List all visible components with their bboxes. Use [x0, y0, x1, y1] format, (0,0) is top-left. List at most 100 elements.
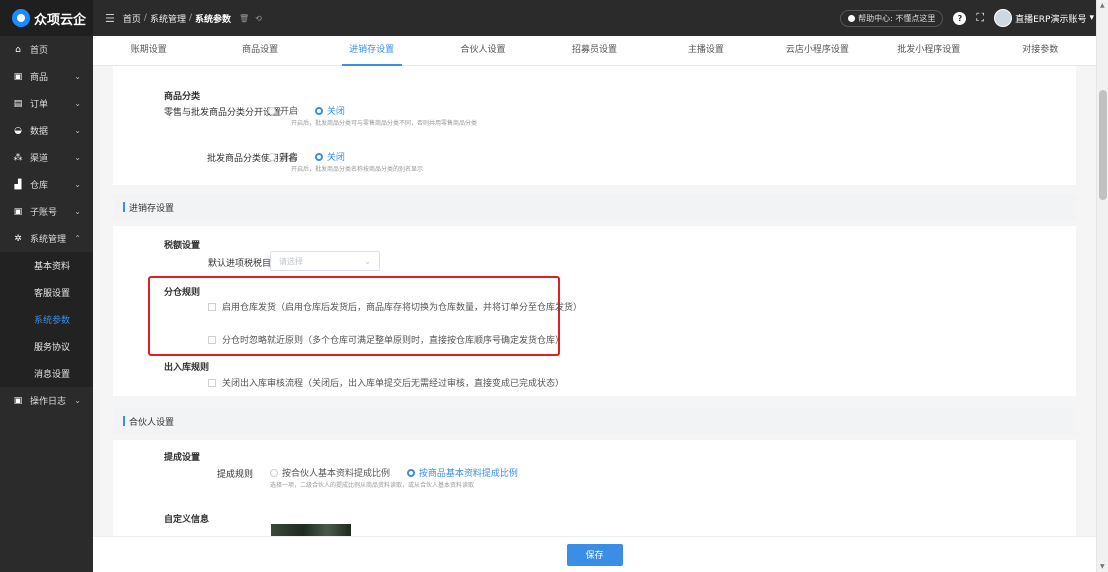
sidebar-subitem-2[interactable]: 系统参数 [0, 306, 93, 333]
scroll-up-icon[interactable]: ▲ [1100, 2, 1105, 9]
tab-3[interactable]: 合伙人设置 [427, 36, 538, 65]
trash-icon[interactable]: 🗑 [239, 14, 249, 23]
sidebar-item-label: 仓库 [30, 181, 49, 191]
footer-bar: 保存 [93, 536, 1096, 572]
topbar: ☰ 首页 / 系统管理 / 系统参数 🗑 ⟲ 帮助中心: 不懂点这里 ? ⛶ 直… [93, 0, 1108, 36]
menu-toggle-icon[interactable]: ☰ [105, 12, 115, 25]
topbar-actions: 帮助中心: 不懂点这里 ? ⛶ 直播ERP演示账号 ▾ [840, 0, 1094, 36]
custom-info-title: 自定义信息 [164, 515, 210, 525]
chevron-icon: ⌄ [74, 99, 81, 108]
log-icon: ▣ [13, 395, 23, 406]
commission-radio-group: 按合伙人基本资料提成比例 按商品基本资料提成比例 [270, 466, 532, 480]
section-marker [123, 202, 125, 212]
tab-1[interactable]: 商品设置 [204, 36, 315, 65]
user-name: 直播ERP演示账号 [1015, 14, 1087, 25]
fullscreen-icon[interactable]: ⛶ [976, 11, 984, 25]
split-warehouse-title: 分仓规则 [164, 288, 201, 298]
inventory-card: 税额设置 默认进项税税目 请选择 ⌄ 分仓规则 启用仓库发货（启用仓库后发货后，… [113, 226, 1076, 396]
help-icon [848, 14, 856, 22]
page-scrollbar[interactable]: ▲ ▼ [1096, 0, 1108, 572]
sidebar: 众项云企 ⌂ 首页 ▣ 商品 ⌄ ▤ 订单 ⌄ ◒ 数据 ⌄ ⁂ 渠道 ⌄ ▟ 仓库 ⌄ ▣ 子账号 ⌄ ✲ 系统管理 ⌃ … [0, 0, 93, 572]
chevron-icon: ⌄ [74, 180, 81, 189]
tab-4[interactable]: 招募员设置 [539, 36, 650, 65]
data-icon: ◒ [14, 125, 22, 136]
custom-info-image [271, 524, 351, 536]
tab-5[interactable]: 主播设置 [650, 36, 761, 65]
app-name: 众项云企 [34, 12, 87, 28]
logo-icon [12, 9, 30, 27]
subaccount-icon: ▣ [13, 206, 23, 217]
breadcrumb-system[interactable]: 系统管理 [150, 12, 186, 25]
partner-section-title: 合伙人设置 [129, 417, 175, 428]
sidebar-item-4[interactable]: ⁂ 渠道 ⌄ [0, 144, 93, 171]
radio-label: 按商品基本资料提成比例 [418, 469, 518, 479]
radio-icon [270, 468, 278, 477]
breadcrumb: 首页 / 系统管理 / 系统参数 [123, 12, 231, 25]
tab-0[interactable]: 账期设置 [93, 36, 204, 65]
sidebar-item-1[interactable]: ▣ 商品 ⌄ [0, 63, 93, 90]
sidebar-item-label: 操作日志 [30, 397, 67, 407]
channel-icon: ⁂ [13, 152, 23, 163]
split-category-radio-group: 开启 关闭 [268, 104, 359, 118]
category-alias-hint: 开启后，批发商品分类名称按商品分类的别名显示 [291, 166, 424, 173]
breadcrumb-home[interactable]: 首页 [123, 12, 141, 25]
warehouse-icon: ▟ [14, 179, 22, 190]
sidebar-item-7[interactable]: ✲ 系统管理 ⌃ [0, 225, 93, 252]
commission-radio-product[interactable]: 按商品基本资料提成比例 [406, 466, 518, 479]
scroll-down-icon[interactable]: ▼ [1100, 563, 1105, 570]
radio-label: 按合伙人基本资料提成比例 [282, 469, 391, 479]
tax-item-select[interactable]: 请选择 ⌄ [270, 251, 380, 271]
caret-down-icon: ▾ [1089, 13, 1094, 23]
category-alias-radio-on[interactable]: 开启 [268, 150, 298, 163]
sidebar-nav: ⌂ 首页 ▣ 商品 ⌄ ▤ 订单 ⌄ ◒ 数据 ⌄ ⁂ 渠道 ⌄ ▟ 仓库 ⌄ ▣ 子账号 ⌄ ✲ 系统管理 ⌃ [0, 36, 93, 252]
sidebar-subitem-4[interactable]: 消息设置 [0, 360, 93, 387]
ignore-nearest-checkbox[interactable]: 分仓时忽略就近原则（多个仓库可满足整单原则时，直接按仓库顺序号确定发货仓库） [208, 333, 564, 346]
sidebar-subitem-1[interactable]: 客服设置 [0, 279, 93, 306]
sidebar-item-0[interactable]: ⌂ 首页 [0, 36, 93, 63]
save-button[interactable]: 保存 [566, 543, 623, 566]
split-category-radio-on[interactable]: 开启 [268, 104, 298, 117]
radio-selected-icon [406, 468, 415, 477]
sidebar-subitem-0[interactable]: 基本资料 [0, 252, 93, 279]
commission-radio-partner[interactable]: 按合伙人基本资料提成比例 [270, 466, 390, 479]
avatar [994, 9, 1013, 27]
card-top-edge [113, 66, 1076, 75]
scrollbar-thumb[interactable] [1099, 90, 1107, 200]
sidebar-item-label: 子账号 [30, 208, 58, 218]
tab-2[interactable]: 进销存设置 [316, 36, 427, 66]
sidebar-subitem-3[interactable]: 服务协议 [0, 333, 93, 360]
sidebar-item-3[interactable]: ◒ 数据 ⌄ [0, 117, 93, 144]
radio-icon [268, 106, 276, 115]
radio-label: 关闭 [326, 153, 345, 163]
app-logo[interactable]: 众项云企 [0, 0, 93, 36]
user-menu[interactable]: 直播ERP演示账号 ▾ [994, 9, 1094, 27]
help-center-button[interactable]: 帮助中心: 不懂点这里 [840, 9, 944, 27]
gear-icon: ✲ [14, 233, 22, 244]
sidebar-item-label: 首页 [30, 46, 49, 56]
partner-section-header: 合伙人设置 [113, 408, 1076, 434]
tab-8[interactable]: 对接参数 [985, 36, 1096, 65]
product-category-title: 商品分类 [164, 92, 201, 102]
split-category-radio-off[interactable]: 关闭 [314, 104, 345, 117]
checkbox-label: 关闭出入库审核流程（关闭后，出入库单提交后无需经过审核，直接变成已完成状态） [222, 379, 565, 389]
enable-warehouse-shipping-checkbox[interactable]: 启用仓库发货（启用仓库后发货后，商品库存将切换为仓库数量，并将订单分至仓库发货） [208, 300, 582, 313]
help-center-label: 帮助中心: 不懂点这里 [858, 13, 936, 23]
sidebar-item-2[interactable]: ▤ 订单 ⌄ [0, 90, 93, 117]
category-alias-radio-off[interactable]: 关闭 [314, 150, 345, 163]
tab-6[interactable]: 云店小程序设置 [762, 36, 873, 65]
sidebar-item-5[interactable]: ▟ 仓库 ⌄ [0, 171, 93, 198]
io-rules-title: 出入库规则 [164, 363, 210, 373]
sidebar-item-logs[interactable]: ▣ 操作日志 ⌄ [0, 387, 93, 414]
checkbox-icon [208, 378, 216, 387]
tab-7[interactable]: 批发小程序设置 [873, 36, 984, 65]
breadcrumb-tools: 🗑 ⟲ [239, 14, 262, 23]
chevron-icon: ⌄ [74, 72, 81, 81]
sidebar-nav-bottom: ▣ 操作日志 ⌄ [0, 387, 93, 414]
refresh-icon[interactable]: ⟲ [255, 14, 262, 23]
sidebar-item-6[interactable]: ▣ 子账号 ⌄ [0, 198, 93, 225]
close-io-review-checkbox[interactable]: 关闭出入库审核流程（关闭后，出入库单提交后无需经过审核，直接变成已完成状态） [208, 376, 564, 389]
question-icon[interactable]: ? [953, 11, 967, 25]
tax-item-placeholder: 请选择 [279, 256, 303, 266]
radio-label: 开启 [280, 107, 299, 117]
chevron-icon: ⌄ [74, 126, 81, 135]
